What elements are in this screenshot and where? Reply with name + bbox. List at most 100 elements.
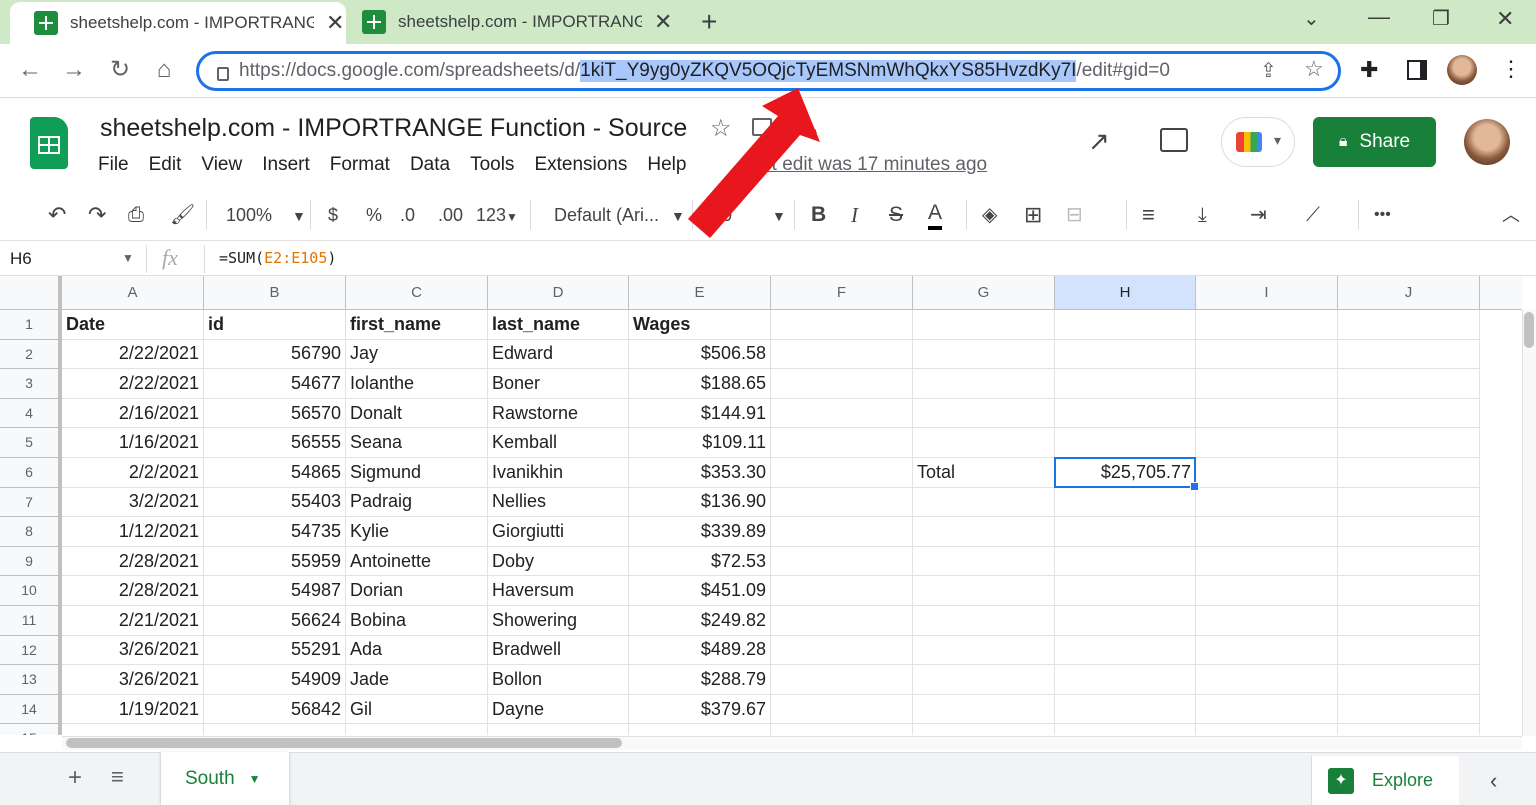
header-cell[interactable]: first_name: [346, 310, 488, 340]
browser-profile-avatar[interactable]: [1447, 55, 1477, 85]
browser-tab-inactive[interactable]: sheetshelp.com - IMPORTRANGE Function - …: [346, 0, 676, 44]
cell[interactable]: [913, 428, 1055, 458]
more-formats-select[interactable]: 123▼: [476, 200, 518, 230]
cell[interactable]: [913, 310, 1055, 340]
zoom-select[interactable]: 100% ▼: [226, 200, 306, 230]
data-cell[interactable]: Donalt: [346, 398, 488, 429]
cell[interactable]: [1055, 339, 1196, 370]
data-cell[interactable]: 54865: [204, 458, 346, 488]
minimize-icon[interactable]: —: [1368, 4, 1390, 30]
side-panel-icon[interactable]: [1407, 60, 1427, 80]
data-cell[interactable]: 2/22/2021: [62, 339, 204, 370]
cell[interactable]: [1055, 428, 1196, 458]
all-sheets-icon[interactable]: ≡: [111, 764, 124, 790]
text-wrapping-icon[interactable]: ⇥: [1250, 200, 1267, 230]
data-cell[interactable]: Showering: [488, 606, 629, 636]
cell[interactable]: [1196, 665, 1338, 695]
menu-tools[interactable]: Tools: [470, 154, 514, 176]
data-cell[interactable]: Jade: [346, 665, 488, 695]
column-header-c[interactable]: C: [346, 276, 488, 310]
cell[interactable]: [1338, 458, 1480, 488]
data-cell[interactable]: 54677: [204, 369, 346, 399]
row-header[interactable]: 1: [0, 310, 62, 340]
data-cell[interactable]: $288.79: [629, 665, 771, 695]
data-cell[interactable]: $339.89: [629, 517, 771, 547]
menu-data[interactable]: Data: [410, 154, 450, 176]
cell[interactable]: [1055, 665, 1196, 695]
text-color-button[interactable]: A: [928, 200, 943, 230]
data-cell[interactable]: 56624: [204, 606, 346, 636]
account-avatar[interactable]: [1464, 119, 1510, 165]
data-cell[interactable]: Antoinette: [346, 546, 488, 577]
data-cell[interactable]: Padraig: [346, 487, 488, 518]
data-cell[interactable]: Nellies: [488, 487, 629, 518]
cell[interactable]: [1055, 606, 1196, 636]
cell[interactable]: [346, 724, 488, 735]
data-cell[interactable]: 2/2/2021: [62, 458, 204, 488]
row-header[interactable]: 7: [0, 487, 62, 518]
data-cell[interactable]: Ivanikhin: [488, 458, 629, 488]
active-cell-selection[interactable]: [1054, 457, 1199, 491]
data-cell[interactable]: Doby: [488, 546, 629, 577]
comments-icon[interactable]: [1160, 128, 1188, 152]
data-cell[interactable]: 55403: [204, 487, 346, 518]
url-input[interactable]: https://docs.google.com/spreadsheets/d/1…: [196, 51, 1341, 91]
column-header-a[interactable]: A: [62, 276, 204, 310]
cell[interactable]: [913, 517, 1055, 547]
bookmark-star-icon[interactable]: ☆: [1304, 56, 1324, 82]
cell[interactable]: [1338, 635, 1480, 666]
cell[interactable]: [1055, 517, 1196, 547]
data-cell[interactable]: 55959: [204, 546, 346, 577]
spreadsheet-grid[interactable]: A B C D E F G H I J 1 Date id first_name last_name Wage…: [0, 276, 1522, 735]
activity-trend-icon[interactable]: ↗: [1088, 126, 1110, 157]
cell[interactable]: [771, 398, 913, 429]
data-cell[interactable]: 3/26/2021: [62, 635, 204, 666]
column-header-g[interactable]: G: [913, 276, 1055, 310]
cell[interactable]: [771, 724, 913, 735]
cell[interactable]: [1055, 576, 1196, 606]
cell[interactable]: [1338, 665, 1480, 695]
cell[interactable]: [1055, 487, 1196, 518]
data-cell[interactable]: 1/12/2021: [62, 517, 204, 547]
decrease-decimal-button[interactable]: .0: [400, 200, 415, 230]
column-header-d[interactable]: D: [488, 276, 629, 310]
data-cell[interactable]: Ada: [346, 635, 488, 666]
data-cell[interactable]: Bobina: [346, 606, 488, 636]
data-cell[interactable]: 3/2/2021: [62, 487, 204, 518]
data-cell[interactable]: Dorian: [346, 576, 488, 606]
column-header-f[interactable]: F: [771, 276, 913, 310]
data-cell[interactable]: Seana: [346, 428, 488, 458]
add-sheet-icon[interactable]: +: [68, 764, 82, 792]
cell[interactable]: [1196, 369, 1338, 399]
cell[interactable]: [1196, 517, 1338, 547]
cell[interactable]: [1196, 606, 1338, 636]
cell[interactable]: [1055, 724, 1196, 735]
cell[interactable]: [204, 724, 346, 735]
menu-insert[interactable]: Insert: [262, 154, 310, 176]
cell[interactable]: [1338, 724, 1480, 735]
menu-view[interactable]: View: [201, 154, 242, 176]
data-cell[interactable]: $188.65: [629, 369, 771, 399]
data-cell[interactable]: Dayne: [488, 694, 629, 725]
data-cell[interactable]: 2/16/2021: [62, 398, 204, 429]
restore-icon[interactable]: ❐: [1432, 6, 1450, 31]
close-tab-icon[interactable]: ✕: [654, 9, 672, 35]
data-cell[interactable]: 2/22/2021: [62, 369, 204, 399]
cell[interactable]: [771, 694, 913, 725]
close-tab-icon[interactable]: ✕: [326, 10, 344, 36]
data-cell[interactable]: 56570: [204, 398, 346, 429]
row-header[interactable]: 14: [0, 694, 62, 725]
cell[interactable]: [1196, 635, 1338, 666]
menu-extensions[interactable]: Extensions: [534, 154, 627, 176]
cell[interactable]: [1196, 487, 1338, 518]
cell[interactable]: [1338, 428, 1480, 458]
header-cell[interactable]: Date: [62, 310, 204, 340]
row-header[interactable]: 13: [0, 665, 62, 695]
cell[interactable]: [771, 339, 913, 370]
cell[interactable]: [771, 428, 913, 458]
data-cell[interactable]: Sigmund: [346, 458, 488, 488]
row-header[interactable]: 15: [0, 724, 62, 735]
data-cell[interactable]: 1/19/2021: [62, 694, 204, 725]
menu-format[interactable]: Format: [330, 154, 390, 176]
column-header-j[interactable]: J: [1338, 276, 1480, 310]
